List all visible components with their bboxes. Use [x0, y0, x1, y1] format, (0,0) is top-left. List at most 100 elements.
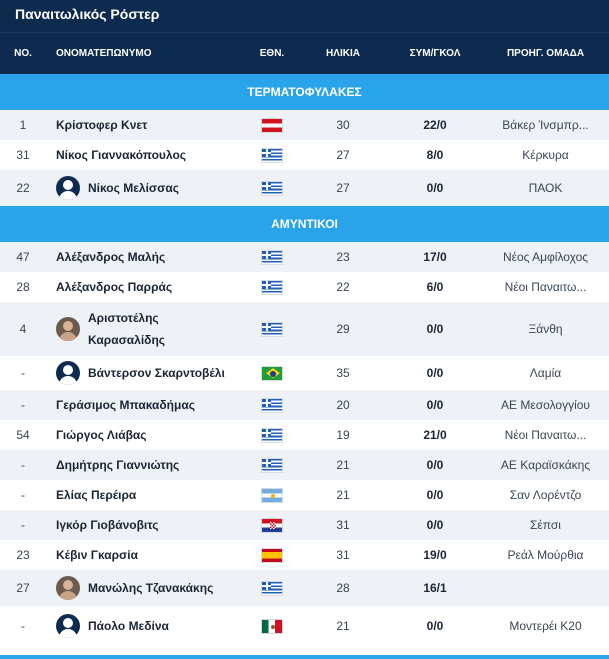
player-age: 31 — [336, 548, 350, 562]
player-number: - — [21, 398, 25, 412]
player-number: 28 — [16, 280, 30, 294]
greece-flag-icon — [261, 427, 283, 443]
player-name[interactable]: Μανώλης Τζανακάκης — [88, 577, 213, 599]
player-name[interactable]: Νίκος Γιαννακόπουλος — [56, 144, 186, 166]
player-appearances-goals: 0/0 — [426, 181, 444, 195]
player-name[interactable]: Βάντερσον Σκαρντοβέλι — [88, 362, 225, 384]
player-previous-team[interactable]: Μοντερέι Κ20 — [486, 619, 609, 633]
greece-flag-icon — [261, 279, 283, 295]
player-previous-team[interactable]: ΑΕ Μεσολογγίου — [486, 398, 609, 412]
player-name[interactable]: Αλέξανδρος Μαλής — [56, 246, 165, 268]
player-name-cell[interactable]: Γιώργος Λιάβας — [46, 424, 242, 446]
player-row[interactable]: 4 Αριστοτέλης Καρασαλίδης 29 0/0 Ξάνθη — [0, 302, 609, 356]
player-previous-team[interactable]: Νέοι Παναιτω... — [486, 428, 609, 442]
player-name-cell[interactable]: Αριστοτέλης Καρασαλίδης — [46, 307, 242, 351]
player-previous-team[interactable]: Σαν Λορέντζο — [486, 488, 609, 502]
player-row[interactable]: 23 Κέβιν Γκαρσία 31 19/0 Ρεάλ Μούρθια — [0, 540, 609, 570]
player-name-cell[interactable]: Ιγκόρ Γιοβάνοβιτς — [46, 514, 242, 536]
player-name[interactable]: Δημήτρης Γιαννιώτης — [56, 454, 179, 476]
player-appearances-goals: 0/0 — [426, 458, 444, 472]
player-row[interactable]: - Ελίας Περέιρα 21 0/0 Σαν Λορέντζο — [0, 480, 609, 510]
player-name-cell[interactable]: Ελίας Περέιρα — [46, 484, 242, 506]
player-previous-team[interactable]: Σέπσι — [486, 518, 609, 532]
nationality-cell — [242, 580, 302, 596]
player-name-cell[interactable]: Νίκος Μελίσσας — [46, 176, 242, 200]
player-previous-team[interactable]: Κέρκυρα — [486, 148, 609, 162]
player-name-cell[interactable]: Αλέξανδρος Μαλής — [46, 246, 242, 268]
player-age: 27 — [336, 181, 350, 195]
player-name[interactable]: Γεράσιμος Μπακαδήμας — [56, 394, 195, 416]
player-row[interactable]: - Ιγκόρ Γιοβάνοβιτς 31 0/0 Σέπσι — [0, 510, 609, 540]
player-appearances-goals: 0/0 — [426, 619, 444, 633]
player-name-cell[interactable]: Γεράσιμος Μπακαδήμας — [46, 394, 242, 416]
player-row[interactable]: 47 Αλέξανδρος Μαλής 23 17/0 Νέος Αμφίλοχος — [0, 242, 609, 272]
player-appearances-goals: 21/0 — [423, 428, 447, 442]
player-previous-team[interactable]: Λαμία — [486, 366, 609, 380]
player-age: 21 — [336, 458, 350, 472]
player-name[interactable]: Γιώργος Λιάβας — [56, 424, 147, 446]
player-row[interactable]: - Γεράσιμος Μπακαδήμας 20 0/0 ΑΕ Μεσολογγίου — [0, 390, 609, 420]
greece-flag-icon — [261, 147, 283, 163]
player-name-cell[interactable]: Βάντερσον Σκαρντοβέλι — [46, 361, 242, 385]
greece-flag-icon — [261, 321, 283, 337]
player-name-cell[interactable]: Πάολο Μεδίνα — [46, 614, 242, 638]
player-previous-team[interactable]: Βάκερ Ίνσμπρ... — [486, 118, 609, 132]
player-number: - — [21, 488, 25, 502]
player-previous-team[interactable]: Ξάνθη — [486, 322, 609, 336]
player-age: 29 — [336, 322, 350, 336]
player-name-cell[interactable]: Κέβιν Γκαρσία — [46, 544, 242, 566]
player-previous-team[interactable]: Ρεάλ Μούρθια — [486, 548, 609, 562]
player-name[interactable]: Αριστοτέλης Καρασαλίδης — [88, 307, 165, 351]
argentina-flag-icon — [261, 487, 283, 503]
player-name-cell[interactable]: Νίκος Γιαννακόπουλος — [46, 144, 242, 166]
brazil-flag-icon — [261, 365, 283, 381]
player-name-cell[interactable]: Αλέξανδρος Παρράς — [46, 276, 242, 298]
nationality-cell — [242, 517, 302, 533]
player-previous-team[interactable]: Νέος Αμφίλοχος — [486, 250, 609, 264]
player-name[interactable]: Πάολο Μεδίνα — [88, 615, 169, 637]
player-number: 47 — [16, 250, 30, 264]
player-row[interactable]: - Βάντερσον Σκαρντοβέλι 35 0/0 Λαμία — [0, 356, 609, 390]
greece-flag-icon — [261, 249, 283, 265]
player-name[interactable]: Ιγκόρ Γιοβάνοβιτς — [56, 514, 159, 536]
player-row[interactable]: 28 Αλέξανδρος Παρράς 22 6/0 Νέοι Παναιτω... — [0, 272, 609, 302]
nationality-cell — [242, 117, 302, 133]
roster-widget: Παναιτωλικός Ρόστερ ΝΟ. ΟΝΟΜΑΤΕΠΩΝΥΜΟ ΕΘ… — [0, 0, 609, 659]
player-silhouette-icon — [56, 361, 80, 385]
player-name[interactable]: Κέβιν Γκαρσία — [56, 544, 138, 566]
player-name[interactable]: Κρίστοφερ Κνετ — [56, 114, 147, 136]
greece-flag-icon — [261, 180, 283, 196]
player-previous-team[interactable]: ΠΑΟΚ — [486, 181, 609, 195]
player-silhouette-icon — [56, 614, 80, 638]
player-appearances-goals: 22/0 — [423, 118, 447, 132]
player-row[interactable]: 22 Νίκος Μελίσσας 27 0/0 ΠΑΟΚ — [0, 170, 609, 206]
player-name[interactable]: Ελίας Περέιρα — [56, 484, 136, 506]
player-appearances-goals: 0/0 — [426, 322, 444, 336]
player-row[interactable]: 27 Μανώλης Τζανακάκης 28 16/1 — [0, 570, 609, 606]
nationality-cell — [242, 457, 302, 473]
nationality-cell — [242, 618, 302, 634]
player-age: 22 — [336, 280, 350, 294]
player-name-cell[interactable]: Μανώλης Τζανακάκης — [46, 576, 242, 600]
player-number: - — [21, 458, 25, 472]
player-name-cell[interactable]: Κρίστοφερ Κνετ — [46, 114, 242, 136]
nationality-cell — [242, 547, 302, 563]
player-name[interactable]: Αλέξανδρος Παρράς — [56, 276, 172, 298]
player-number: 22 — [16, 181, 30, 195]
spain-flag-icon — [261, 547, 283, 563]
player-row[interactable]: 31 Νίκος Γιαννακόπουλος 27 8/0 Κέρκυρα — [0, 140, 609, 170]
player-previous-team[interactable]: ΑΕ Καραϊσκάκης — [486, 458, 609, 472]
mexico-flag-icon — [261, 618, 283, 634]
player-previous-team[interactable]: Νέοι Παναιτω... — [486, 280, 609, 294]
col-header-name: ΟΝΟΜΑΤΕΠΩΝΥΜΟ — [56, 48, 152, 59]
player-name-cell[interactable]: Δημήτρης Γιαννιώτης — [46, 454, 242, 476]
player-appearances-goals: 0/0 — [426, 366, 444, 380]
player-row[interactable]: - Πάολο Μεδίνα 21 0/0 Μοντερέι Κ20 — [0, 606, 609, 646]
player-row[interactable]: - Δημήτρης Γιαννιώτης 21 0/0 ΑΕ Καραϊσκάκης — [0, 450, 609, 480]
player-row[interactable]: 1 Κρίστοφερ Κνετ 30 22/0 Βάκερ Ίνσμπρ... — [0, 110, 609, 140]
player-age: 19 — [336, 428, 350, 442]
greece-flag-icon — [261, 397, 283, 413]
player-number: 31 — [16, 148, 30, 162]
player-name[interactable]: Νίκος Μελίσσας — [88, 177, 179, 199]
player-row[interactable]: 54 Γιώργος Λιάβας 19 21/0 Νέοι Παναιτω... — [0, 420, 609, 450]
